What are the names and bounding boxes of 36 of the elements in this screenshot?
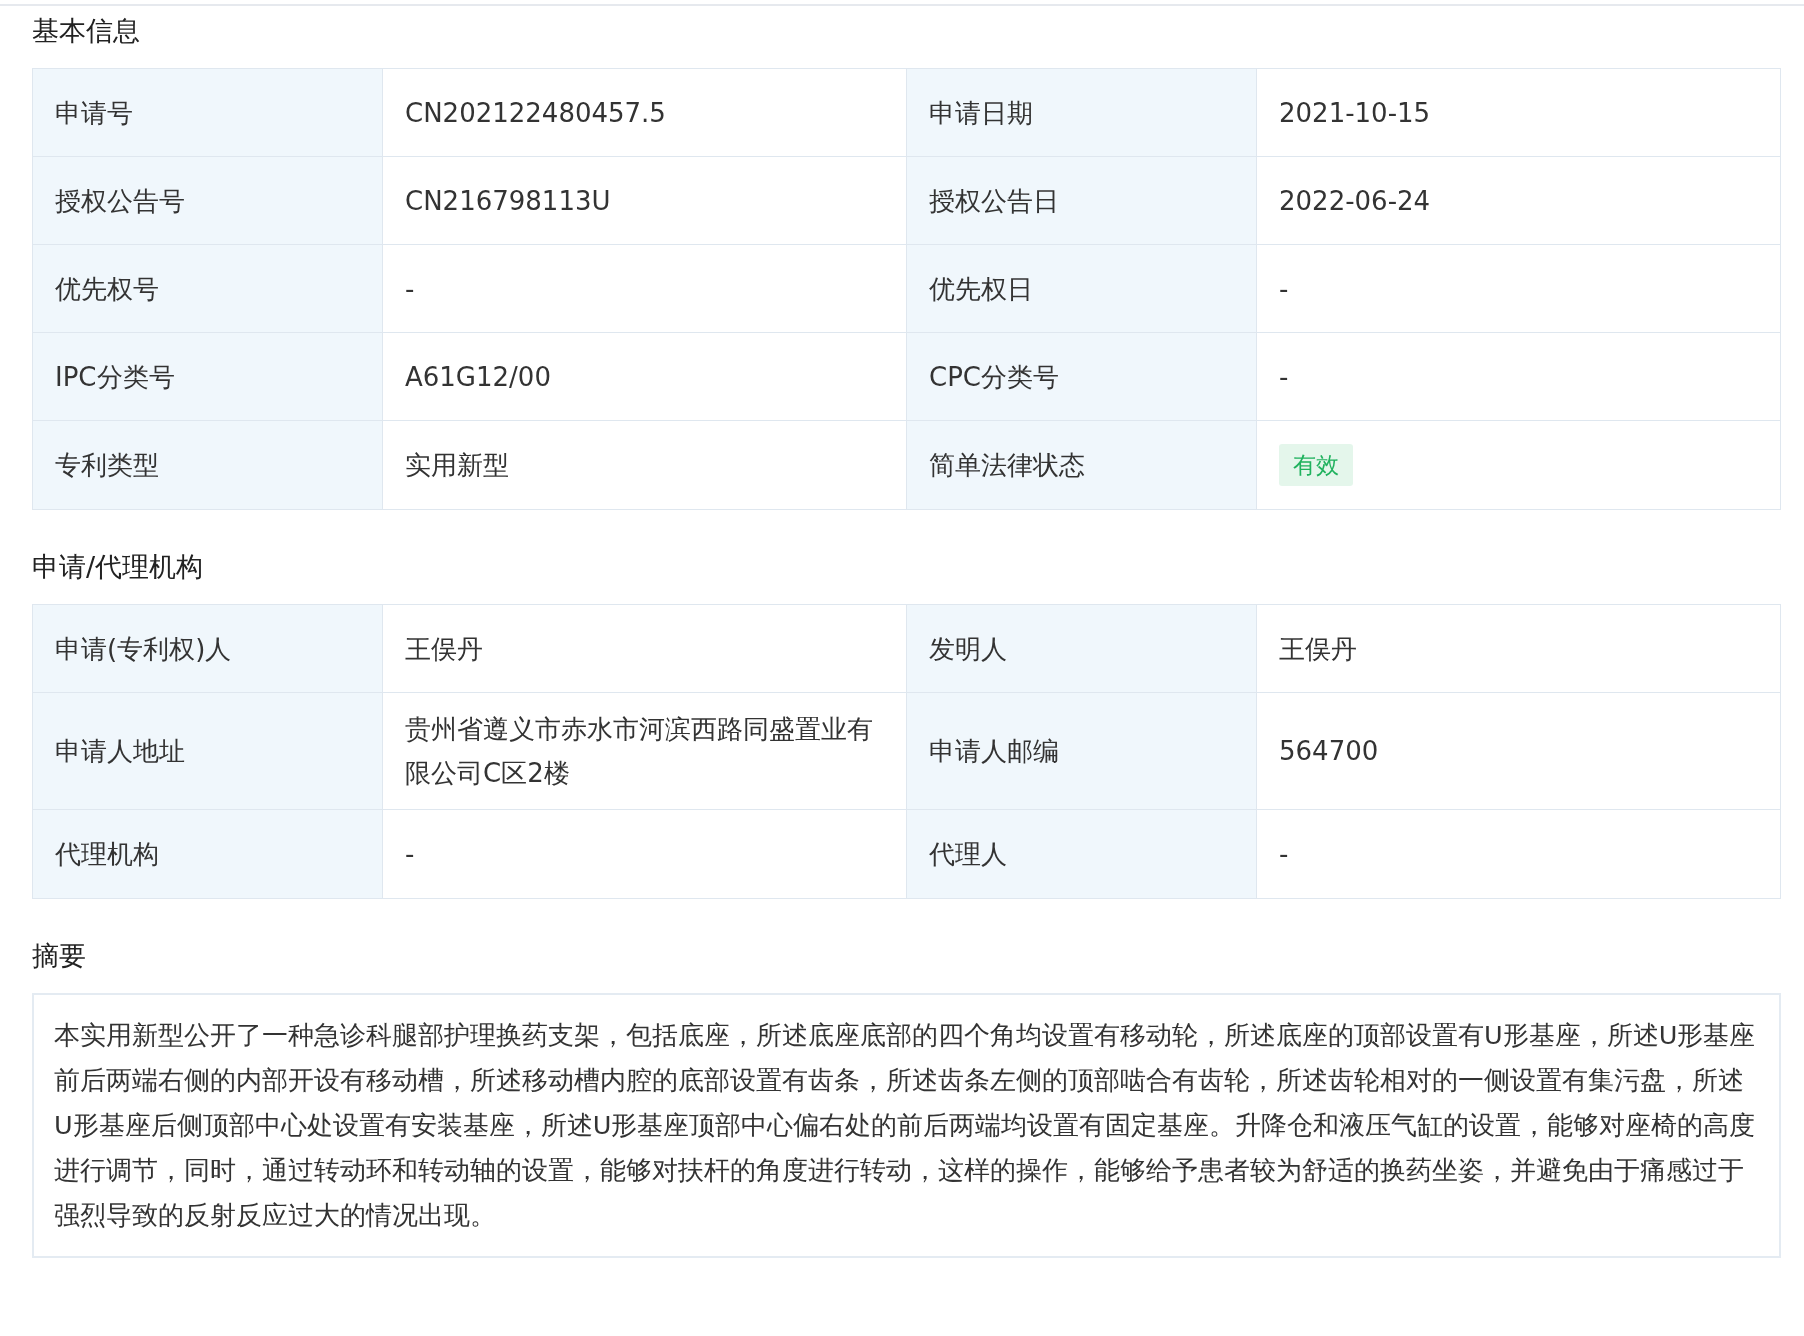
- label-cell: 简单法律状态: [907, 421, 1257, 509]
- value-text: 564700: [1279, 735, 1379, 768]
- section-title: 摘要: [32, 939, 87, 973]
- label-cell: 授权公告日: [907, 157, 1257, 245]
- section-title: 基本信息: [32, 14, 141, 48]
- value-text: CN216798113U: [405, 184, 611, 218]
- section-title: 申请/代理机构: [32, 550, 205, 584]
- label-cell: 发明人: [907, 605, 1257, 693]
- label-cell: 申请号: [33, 69, 383, 157]
- label-cell: 优先权号: [33, 245, 383, 333]
- value-text: 王俣丹: [1279, 632, 1357, 666]
- label-cell: 专利类型: [33, 421, 383, 509]
- label-cell: 授权公告号: [33, 157, 383, 245]
- label-cell: 代理机构: [33, 810, 383, 898]
- value-text: 2022-06-24: [1279, 184, 1431, 218]
- label-cell: 申请人邮编: [907, 693, 1257, 810]
- value-text: 2021-10-15: [1279, 96, 1431, 130]
- label-cell: 优先权日: [907, 245, 1257, 333]
- value-text: CN202122480457.5: [405, 96, 666, 130]
- value-text: -: [1279, 272, 1289, 306]
- label-cell: 申请(专利权)人: [33, 605, 383, 693]
- status-tag: 有效: [1279, 444, 1353, 486]
- value-text: -: [1279, 360, 1289, 394]
- value-text: 王俣丹: [405, 632, 483, 666]
- label-cell: 申请日期: [907, 69, 1257, 157]
- value-text: A61G12/00: [405, 360, 551, 394]
- abstract-text: 本实用新型公开了一种急诊科腿部护理换药支架，包括底座，所述底座底部的四个角均设置有移动轮，所述底座的顶部设置有U形基座，所述U形基座前后两端右侧的内部开设有移动槽，所述移动槽内腔的底部设置有齿条，所述齿条左侧的顶部啮合有齿轮，所述齿轮相对的一侧设置有集污盘，所述U形基座后侧顶部中心处设置有安装基座，所述U形基座顶部中心偏右处的前后两端均设置有固定基座。升降仓和液压气缸的设置，能够对座椅的高度进行调节，同时，通过转动环和转动轴的设置，能够对扶杆的角度进行转动，这样的操作，能够给予患者较为舒适的换药坐姿，并避免由于痛感过于强烈导致的反射反应过大的情况出现。: [32, 993, 1781, 1258]
- value-text: -: [405, 838, 415, 871]
- value-text: 实用新型: [405, 449, 509, 482]
- label-cell: 代理人: [907, 810, 1257, 898]
- label-cell: CPC分类号: [907, 333, 1257, 421]
- value-text: -: [405, 272, 415, 306]
- value-text: -: [1279, 838, 1289, 871]
- value-text: 贵州省遵义市赤水市河滨西路同盛置业有限公司C区2楼: [405, 713, 874, 790]
- label-cell: IPC分类号: [33, 333, 383, 421]
- label-cell: 申请人地址: [33, 693, 383, 810]
